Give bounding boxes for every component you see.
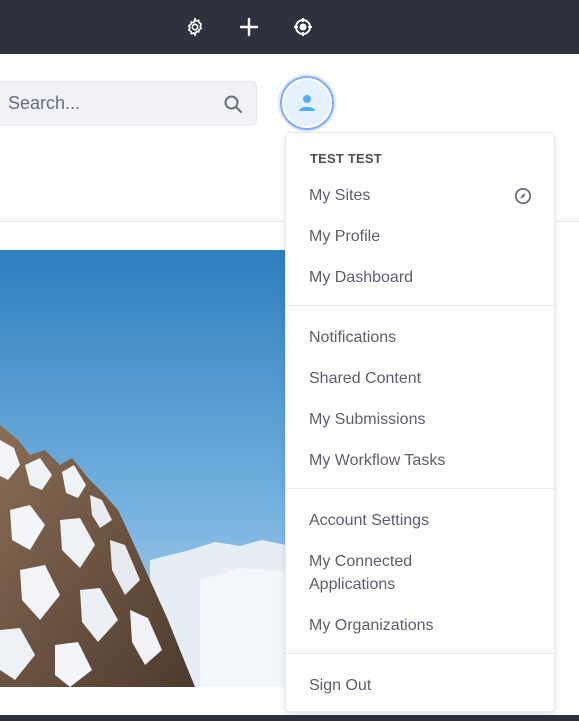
search-bar — [0, 81, 257, 126]
menu-item-label: Sign Out — [309, 677, 372, 694]
menu-item-my-submissions[interactable]: My Submissions — [286, 408, 554, 431]
simulation-icon[interactable] — [289, 13, 317, 41]
menu-item-my-organizations[interactable]: My Organizations — [286, 614, 554, 637]
user-dropdown-menu: TEST TEST My Sites My Profile My Dashboa… — [285, 132, 555, 712]
dropdown-header-user-name: TEST TEST — [310, 151, 382, 166]
menu-item-shared-content[interactable]: Shared Content — [286, 367, 554, 390]
search-icon[interactable] — [222, 93, 244, 115]
menu-item-account-settings[interactable]: Account Settings — [286, 509, 554, 532]
bottom-bar — [0, 715, 579, 721]
gear-icon[interactable] — [181, 13, 209, 41]
control-menu-bar — [0, 0, 579, 54]
menu-item-my-dashboard[interactable]: My Dashboard — [286, 266, 554, 289]
compass-icon — [514, 187, 532, 205]
menu-item-label: Shared Content — [309, 370, 422, 387]
user-icon — [299, 95, 315, 111]
plus-icon[interactable] — [235, 13, 263, 41]
menu-item-my-profile[interactable]: My Profile — [286, 225, 554, 248]
menu-item-label: Notifications — [309, 329, 397, 346]
search-input[interactable] — [0, 82, 210, 125]
menu-item-notifications[interactable]: Notifications — [286, 326, 554, 349]
menu-divider — [286, 305, 554, 306]
user-avatar-button[interactable] — [280, 76, 334, 130]
menu-item-label: My Sites — [309, 187, 371, 204]
menu-item-my-connected-applications[interactable]: My Connected Applications — [286, 550, 456, 596]
menu-divider — [286, 488, 554, 489]
avatar — [284, 80, 330, 126]
hero-image — [0, 250, 290, 687]
menu-divider — [286, 653, 554, 654]
menu-item-my-workflow-tasks[interactable]: My Workflow Tasks — [286, 449, 554, 472]
menu-item-label: My Connected Applications — [309, 553, 413, 593]
menu-item-my-sites[interactable]: My Sites — [286, 184, 554, 207]
menu-item-label: My Submissions — [309, 411, 426, 428]
menu-item-sign-out[interactable]: Sign Out — [286, 674, 554, 697]
menu-item-label: My Profile — [309, 228, 381, 245]
menu-item-label: Account Settings — [309, 512, 430, 529]
menu-item-label: My Organizations — [309, 617, 434, 634]
menu-item-label: My Workflow Tasks — [309, 452, 446, 469]
menu-item-label: My Dashboard — [309, 269, 414, 286]
